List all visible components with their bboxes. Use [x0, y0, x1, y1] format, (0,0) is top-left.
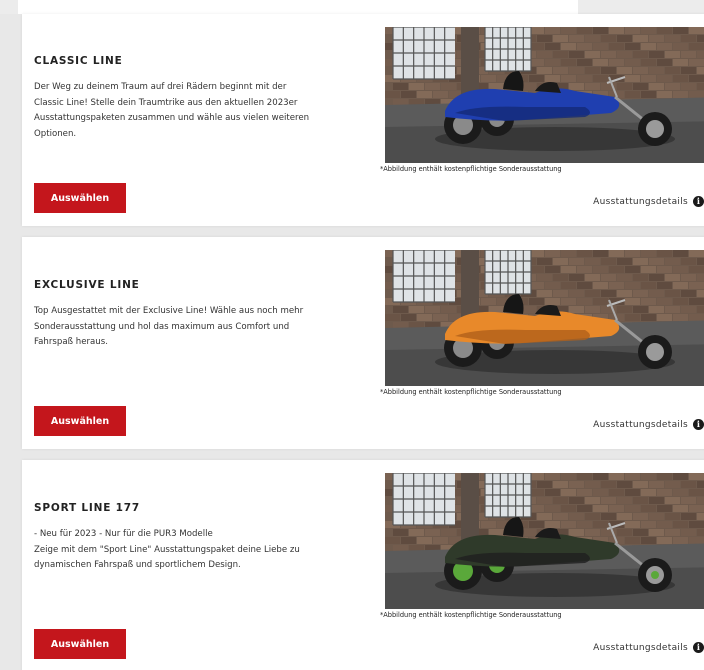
equipment-details-link[interactable]: Ausstattungsdetails i — [593, 642, 704, 653]
top-edge — [0, 0, 704, 14]
trim-card-classic-line: CLASSIC LINE Der Weg zu deinem Traum auf… — [22, 14, 704, 226]
previous-card-edge — [18, 0, 578, 14]
trim-card-sport-line-177: SPORT LINE 177 - Neu für 2023 - Nur für … — [22, 460, 704, 670]
select-exclusive-line-button[interactable]: Auswählen — [34, 406, 126, 436]
info-icon: i — [693, 642, 704, 653]
trike-image — [385, 473, 704, 609]
select-classic-line-button[interactable]: Auswählen — [34, 183, 126, 213]
equipment-details-link[interactable]: Ausstattungsdetails i — [593, 419, 704, 430]
select-sport-line-button[interactable]: Auswählen — [34, 629, 126, 659]
trike-image — [385, 250, 704, 386]
details-label: Ausstattungsdetails — [593, 642, 688, 653]
trike-illustration — [385, 473, 704, 609]
card-description: - Neu für 2023 - Nur für die PUR3 Modell… — [34, 529, 300, 570]
card-description: Top Ausgestattet mit der Exclusive Line!… — [34, 306, 304, 347]
trim-selection-page: CLASSIC LINE Der Weg zu deinem Traum auf… — [0, 0, 704, 670]
image-caption: *Abbildung enthält kostenpflichtige Sond… — [380, 611, 562, 619]
trike-illustration — [385, 27, 704, 163]
image-caption: *Abbildung enthält kostenpflichtige Sond… — [380, 165, 562, 173]
info-icon: i — [693, 419, 704, 430]
card-title: EXCLUSIVE LINE — [34, 279, 140, 291]
equipment-details-link[interactable]: Ausstattungsdetails i — [593, 196, 704, 207]
image-caption: *Abbildung enthält kostenpflichtige Sond… — [380, 388, 562, 396]
card-title: CLASSIC LINE — [34, 55, 123, 67]
card-description: Der Weg zu deinem Traum auf drei Rädern … — [34, 82, 310, 139]
details-label: Ausstattungsdetails — [593, 196, 688, 207]
trim-card-exclusive-line: EXCLUSIVE LINE Top Ausgestattet mit der … — [22, 237, 704, 449]
trike-image — [385, 27, 704, 163]
info-icon: i — [693, 196, 704, 207]
details-label: Ausstattungsdetails — [593, 419, 688, 430]
card-title: SPORT LINE 177 — [34, 502, 140, 514]
trike-illustration — [385, 250, 704, 386]
